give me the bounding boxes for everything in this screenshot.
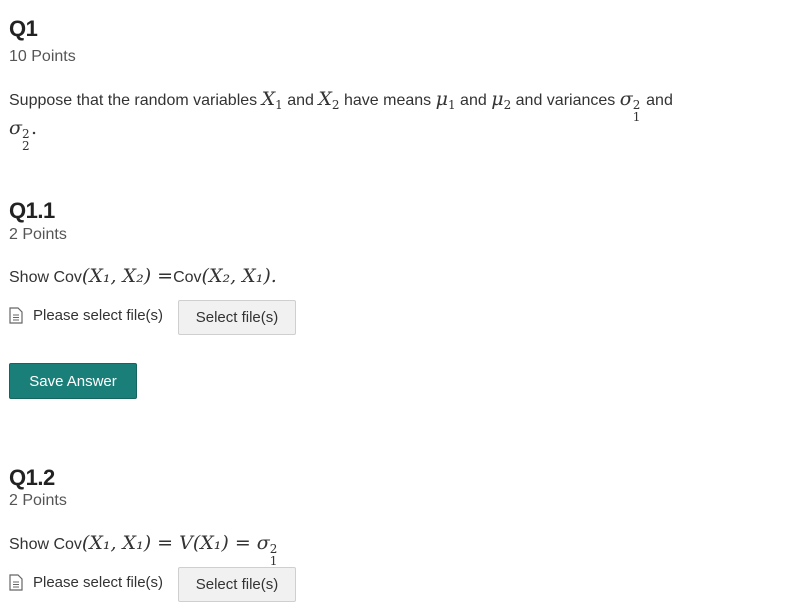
text-segment: Cov: [53, 536, 82, 553]
question-text-q1-1: Show Cov(X₁, X₂) =Cov(X₂, X₁).: [9, 262, 277, 292]
text-segment: Show: [9, 536, 54, 553]
question-points-q1-1: 2 Points: [9, 226, 67, 243]
question-text-q1: Suppose that the random variables X1 and…: [9, 85, 673, 124]
math-x1: X: [261, 88, 276, 110]
math-x2: X: [318, 88, 332, 110]
file-upload-status: Please select file(s): [9, 307, 163, 324]
select-files-button[interactable]: Select file(s): [178, 300, 296, 335]
text-segment: and variances: [511, 92, 620, 109]
file-status-label: Please select file(s): [33, 574, 164, 591]
math-expression: (X₂, X₁).: [201, 265, 277, 287]
text-segment: and: [282, 92, 319, 109]
math-mu2: μ: [491, 88, 504, 110]
math-mu1: μ: [435, 88, 448, 110]
equals-sign: =: [151, 265, 174, 287]
text-segment: Suppose that the random variables: [9, 92, 262, 109]
save-answer-button[interactable]: Save Answer: [9, 363, 137, 399]
text-segment: and: [641, 92, 673, 109]
text-segment: Show: [9, 269, 54, 286]
period: .: [30, 117, 38, 139]
question-points-q1-2: 2 Points: [9, 492, 67, 509]
file-status-label: Please select file(s): [33, 307, 164, 324]
text-segment: Cov: [173, 269, 202, 286]
select-files-button[interactable]: Select file(s): [178, 567, 296, 602]
file-icon: [9, 307, 23, 324]
subscript: 1: [275, 98, 283, 113]
question-title-q1: Q1: [9, 16, 38, 41]
file-icon: [9, 574, 23, 591]
math-expression: (X₁, X₂): [81, 265, 152, 287]
math-sigma2: σ: [9, 117, 22, 139]
question-title-q1-2: Q1.2: [9, 465, 55, 490]
file-upload-status: Please select file(s): [9, 574, 163, 591]
subscript: 2: [331, 98, 340, 113]
subscript: 1: [447, 98, 456, 113]
math-sigma1: σ: [619, 88, 633, 110]
text-segment: Cov: [53, 269, 82, 286]
text-segment: and: [455, 92, 492, 109]
question-text-q1-line2: σ22.: [9, 114, 38, 153]
subscript: 1: [632, 110, 641, 124]
subscript: 2: [21, 139, 30, 153]
question-points-q1: 10 Points: [9, 48, 76, 65]
question-title-q1-1: Q1.1: [9, 198, 55, 223]
question-text-q1-2: Show Cov(X₁, X₁) = V(X₁) = σ21: [9, 529, 279, 568]
text-segment: have means: [339, 92, 436, 109]
math-expression: (X₁, X₁) = V(X₁) = σ: [81, 532, 270, 554]
